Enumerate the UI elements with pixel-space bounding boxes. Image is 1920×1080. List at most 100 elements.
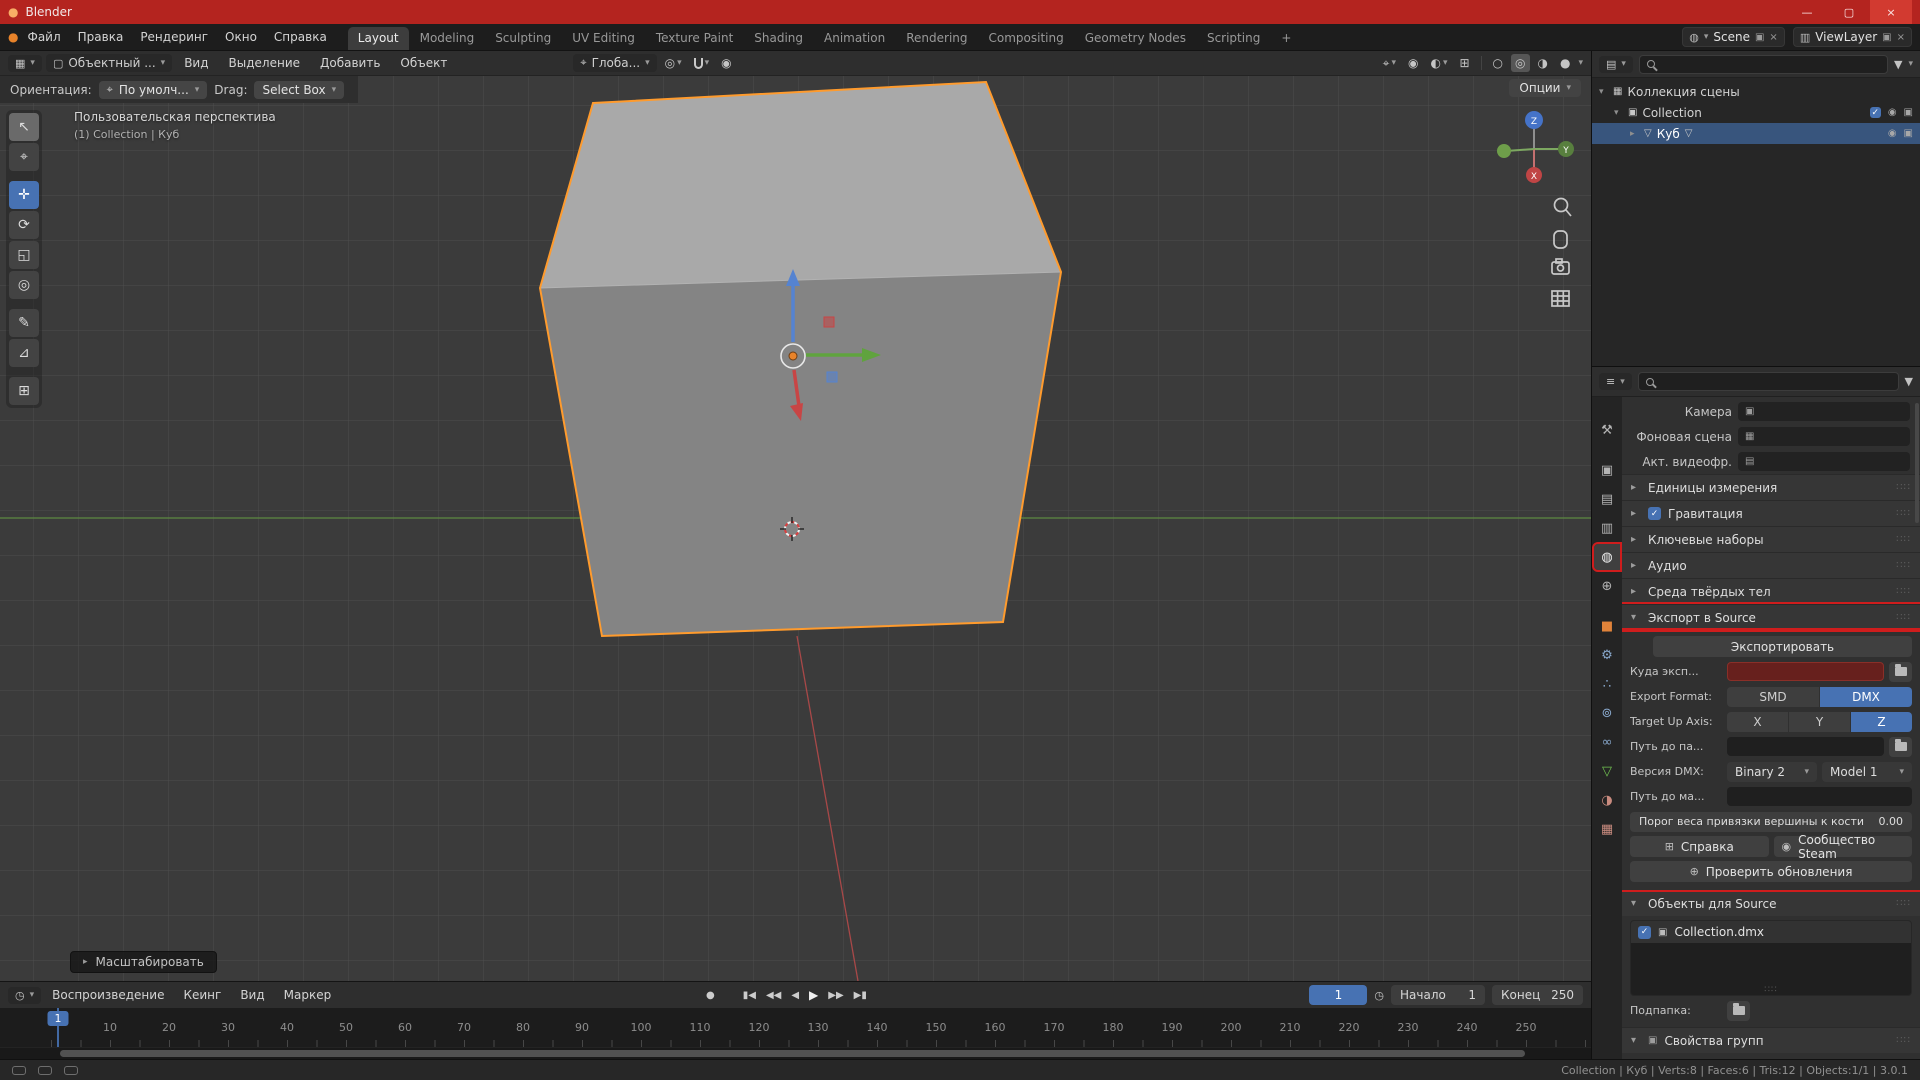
axis-y-button[interactable]: Y bbox=[1789, 711, 1850, 732]
outliner-editor-selector[interactable]: ▤ ▾ bbox=[1599, 55, 1633, 73]
properties-scrollbar[interactable] bbox=[1915, 403, 1919, 523]
menu-keying[interactable]: Кеинг bbox=[175, 985, 229, 1005]
tab-uv-editing[interactable]: UV Editing bbox=[562, 27, 645, 50]
material-path-field[interactable] bbox=[1727, 787, 1912, 806]
chevron-down-icon[interactable]: ▾ bbox=[1908, 59, 1913, 69]
tab-scene[interactable]: ◍ bbox=[1592, 542, 1622, 572]
drag-dots-icon[interactable]: ∷∷ bbox=[1896, 482, 1911, 493]
menu-add[interactable]: Добавить bbox=[312, 53, 388, 73]
viewlayer-selector[interactable]: ▥ ViewLayer ▣ × bbox=[1792, 27, 1912, 47]
tab-geometry-nodes[interactable]: Geometry Nodes bbox=[1075, 27, 1196, 50]
destination-path-field[interactable] bbox=[1727, 662, 1884, 681]
axis-x-button[interactable]: X bbox=[1727, 711, 1788, 732]
browse-folder-button[interactable] bbox=[1889, 661, 1912, 682]
minimize-button[interactable]: — bbox=[1786, 0, 1828, 24]
tab-scripting[interactable]: Scripting bbox=[1197, 27, 1270, 50]
tab-particles[interactable]: ∴ bbox=[1594, 671, 1620, 697]
item-checkbox[interactable]: ✓ bbox=[1638, 925, 1651, 939]
tab-object-data[interactable]: ▽ bbox=[1594, 758, 1620, 784]
jump-to-end-button[interactable]: ▶▮ bbox=[854, 990, 867, 1001]
measure-tool[interactable]: ⊿ bbox=[9, 339, 39, 367]
menu-render[interactable]: Рендеринг bbox=[132, 27, 216, 47]
tab-object[interactable]: ■ bbox=[1594, 613, 1620, 639]
tab-modifiers[interactable]: ⚙ bbox=[1594, 642, 1620, 668]
shading-wireframe-button[interactable]: ○ bbox=[1489, 54, 1507, 72]
panel-gravity[interactable]: ▸ ✓ Гравитация ∷∷ bbox=[1622, 500, 1920, 526]
format-smd-button[interactable]: SMD bbox=[1727, 686, 1819, 707]
panel-units[interactable]: ▸ Единицы измерения ∷∷ bbox=[1622, 474, 1920, 500]
play-button[interactable]: ▶ bbox=[809, 988, 818, 1002]
cursor-tool[interactable]: ⌖ bbox=[9, 143, 39, 171]
tab-constraints[interactable]: ∞ bbox=[1594, 729, 1620, 755]
new-viewlayer-icon[interactable]: ▣ bbox=[1882, 32, 1891, 43]
menu-window[interactable]: Окно bbox=[217, 27, 265, 47]
tab-rendering[interactable]: Rendering bbox=[896, 27, 977, 50]
disable-render-icon[interactable]: ▣ bbox=[1904, 128, 1913, 139]
shading-rendered-button[interactable]: ● bbox=[1556, 54, 1574, 72]
tab-texture[interactable]: ▦ bbox=[1594, 816, 1620, 842]
panel-source-objects-header[interactable]: ▾ Объекты для Source ∷∷ bbox=[1622, 890, 1920, 916]
outliner-row-collection[interactable]: ▾ ▣ Collection ✓ ◉ ▣ bbox=[1592, 102, 1920, 123]
transform-tool[interactable]: ◎ bbox=[9, 271, 39, 299]
frame-end-field[interactable]: Конец 250 bbox=[1492, 985, 1583, 1005]
browse-folder-button[interactable] bbox=[1889, 736, 1912, 757]
panel-keying-sets[interactable]: ▸ Ключевые наборы ∷∷ bbox=[1622, 526, 1920, 552]
auto-keying-button[interactable]: ● bbox=[706, 990, 715, 1001]
gravity-checkbox[interactable]: ✓ bbox=[1648, 507, 1661, 520]
outliner-row-cube[interactable]: ▸ ▽ Куб ▽ ◉ ▣ bbox=[1592, 123, 1920, 144]
filter-icon[interactable]: ▼ bbox=[1894, 58, 1902, 71]
shading-solid-button[interactable]: ◎ bbox=[1511, 54, 1530, 72]
close-button[interactable]: × bbox=[1870, 0, 1912, 24]
menu-object[interactable]: Объект bbox=[392, 53, 455, 73]
scrollbar-thumb[interactable] bbox=[60, 1050, 1525, 1057]
tab-compositing[interactable]: Compositing bbox=[979, 27, 1074, 50]
panel-source-export-header[interactable]: ▾ Экспорт в Source ∷∷ bbox=[1622, 602, 1920, 632]
menu-view-timeline[interactable]: Вид bbox=[232, 985, 272, 1005]
unlink-scene-icon[interactable]: × bbox=[1769, 32, 1777, 43]
shading-options-icon[interactable]: ▾ bbox=[1578, 58, 1583, 68]
subfolder-browse-button[interactable] bbox=[1727, 1000, 1750, 1021]
orientation-dropdown[interactable]: ⌖ По умолч... ▾ bbox=[98, 80, 208, 99]
panel-audio[interactable]: ▸ Аудио ∷∷ bbox=[1622, 552, 1920, 578]
menu-file[interactable]: Файл bbox=[19, 27, 68, 47]
move-tool[interactable]: ✛ bbox=[9, 181, 39, 209]
tab-output[interactable]: ▤ bbox=[1594, 486, 1620, 512]
scene-browse-icon[interactable]: ▾ bbox=[1704, 32, 1709, 42]
jump-to-start-button[interactable]: ▮◀ bbox=[743, 990, 756, 1001]
tab-world[interactable]: ⊕ bbox=[1594, 573, 1620, 599]
drag-dots-icon[interactable]: ∷∷ bbox=[1896, 508, 1911, 519]
help-button[interactable]: ⊞ Справка bbox=[1630, 836, 1769, 857]
list-item-collection-dmx[interactable]: ✓ ▣ Collection.dmx bbox=[1631, 921, 1911, 943]
camera-field[interactable]: ▣ bbox=[1738, 402, 1910, 421]
properties-search-input[interactable] bbox=[1637, 372, 1899, 391]
proportional-editing-toggle[interactable]: ◉ bbox=[717, 54, 735, 72]
menu-view[interactable]: Вид bbox=[176, 53, 216, 73]
timeline-ruler[interactable]: 10 20 30 40 50 60 70 80 90 100 110 120 1… bbox=[0, 1008, 1591, 1047]
hide-eye-icon[interactable]: ◉ bbox=[1888, 107, 1897, 118]
exclude-checkbox[interactable]: ✓ bbox=[1869, 107, 1881, 118]
active-clip-field[interactable]: ▤ bbox=[1738, 452, 1910, 471]
selectability-dropdown[interactable]: ⌖ ▾ bbox=[1379, 54, 1400, 73]
expand-icon[interactable]: ▾ bbox=[1599, 87, 1608, 97]
check-updates-button[interactable]: ⊕ Проверить обновления bbox=[1630, 861, 1912, 882]
disable-render-icon[interactable]: ▣ bbox=[1904, 107, 1913, 118]
tab-shading[interactable]: Shading bbox=[744, 27, 813, 50]
properties-editor-selector[interactable]: ≡ ▾ bbox=[1599, 373, 1632, 390]
frame-start-field[interactable]: Начало 1 bbox=[1391, 985, 1485, 1005]
outliner-row-scene-collection[interactable]: ▾ ▦ Коллекция сцены bbox=[1592, 81, 1920, 102]
menu-select[interactable]: Выделение bbox=[221, 53, 308, 73]
viewport-3d[interactable]: Z Y X Ориентация: ⌖ По умолч... ▾ Drag: … bbox=[0, 76, 1591, 981]
tab-material[interactable]: ◑ bbox=[1594, 787, 1620, 813]
next-keyframe-button[interactable]: ▶▶ bbox=[828, 990, 843, 1001]
viewport-side-controls[interactable] bbox=[1551, 197, 1572, 307]
drag-dots-icon[interactable]: ∷∷ bbox=[1896, 612, 1911, 623]
remove-viewlayer-icon[interactable]: × bbox=[1897, 32, 1905, 43]
pivot-point-selector[interactable]: ◎ ▾ bbox=[661, 54, 686, 72]
editor-type-selector[interactable]: ▦ ▾ bbox=[8, 54, 42, 72]
list-resize-grip[interactable]: ∷∷ bbox=[1764, 985, 1777, 995]
transform-orientation-selector[interactable]: ⌖ Глоба... ▾ bbox=[573, 54, 657, 72]
tab-modeling[interactable]: Modeling bbox=[410, 27, 485, 50]
format-dmx-button[interactable]: DMX bbox=[1820, 686, 1912, 707]
scale-tool[interactable]: ◱ bbox=[9, 241, 39, 269]
menu-marker[interactable]: Маркер bbox=[276, 985, 340, 1005]
